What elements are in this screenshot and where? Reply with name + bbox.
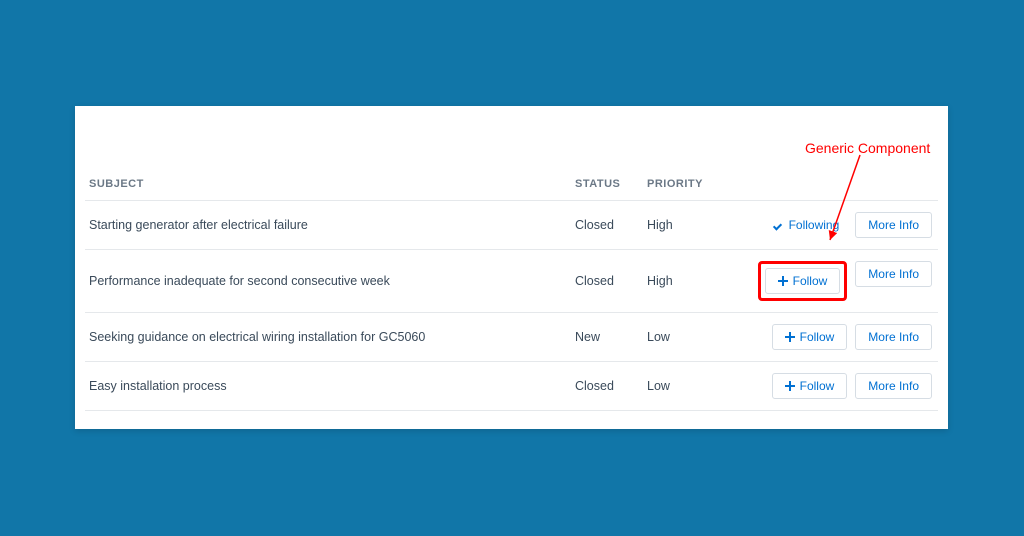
table-row: Seeking guidance on electrical wiring in… <box>85 313 938 362</box>
cell-actions: Follow More Info <box>755 373 938 399</box>
header-priority: PRIORITY <box>647 178 755 190</box>
table-row: Performance inadequate for second consec… <box>85 250 938 313</box>
check-icon <box>774 220 784 230</box>
cell-subject: Starting generator after electrical fail… <box>85 218 575 232</box>
header-status: STATUS <box>575 178 647 190</box>
annotation-label: Generic Component <box>805 140 930 156</box>
cell-status: Closed <box>575 218 647 232</box>
following-label-text: Following <box>789 218 840 232</box>
cell-status: Closed <box>575 274 647 288</box>
cell-subject: Seeking guidance on electrical wiring in… <box>85 330 575 344</box>
cell-actions: Follow More Info <box>755 324 938 350</box>
follow-label-text: Follow <box>800 330 835 344</box>
cell-priority: Low <box>647 330 755 344</box>
follow-label-text: Follow <box>800 379 835 393</box>
more-info-button[interactable]: More Info <box>855 324 932 350</box>
follow-button[interactable]: Follow <box>772 373 848 399</box>
header-subject: SUBJECT <box>85 178 575 190</box>
table-row: Starting generator after electrical fail… <box>85 201 938 250</box>
plus-icon <box>785 332 795 342</box>
plus-icon <box>785 381 795 391</box>
follow-button[interactable]: Follow <box>765 268 841 294</box>
follow-label-text: Follow <box>793 274 828 288</box>
cell-priority: High <box>647 274 755 288</box>
follow-button[interactable]: Follow <box>772 324 848 350</box>
highlight-box: Follow <box>758 261 848 301</box>
plus-icon <box>778 276 788 286</box>
cell-subject: Easy installation process <box>85 379 575 393</box>
more-info-button[interactable]: More Info <box>855 373 932 399</box>
cell-status: Closed <box>575 379 647 393</box>
cell-priority: High <box>647 218 755 232</box>
more-info-button[interactable]: More Info <box>855 261 932 287</box>
cell-priority: Low <box>647 379 755 393</box>
following-indicator[interactable]: Following <box>766 212 848 238</box>
cell-actions: Follow More Info <box>755 261 938 301</box>
more-info-button[interactable]: More Info <box>855 212 932 238</box>
cell-actions: Following More Info <box>755 212 938 238</box>
table-row: Easy installation processClosedLowFollow… <box>85 362 938 411</box>
cell-status: New <box>575 330 647 344</box>
cell-subject: Performance inadequate for second consec… <box>85 274 575 288</box>
